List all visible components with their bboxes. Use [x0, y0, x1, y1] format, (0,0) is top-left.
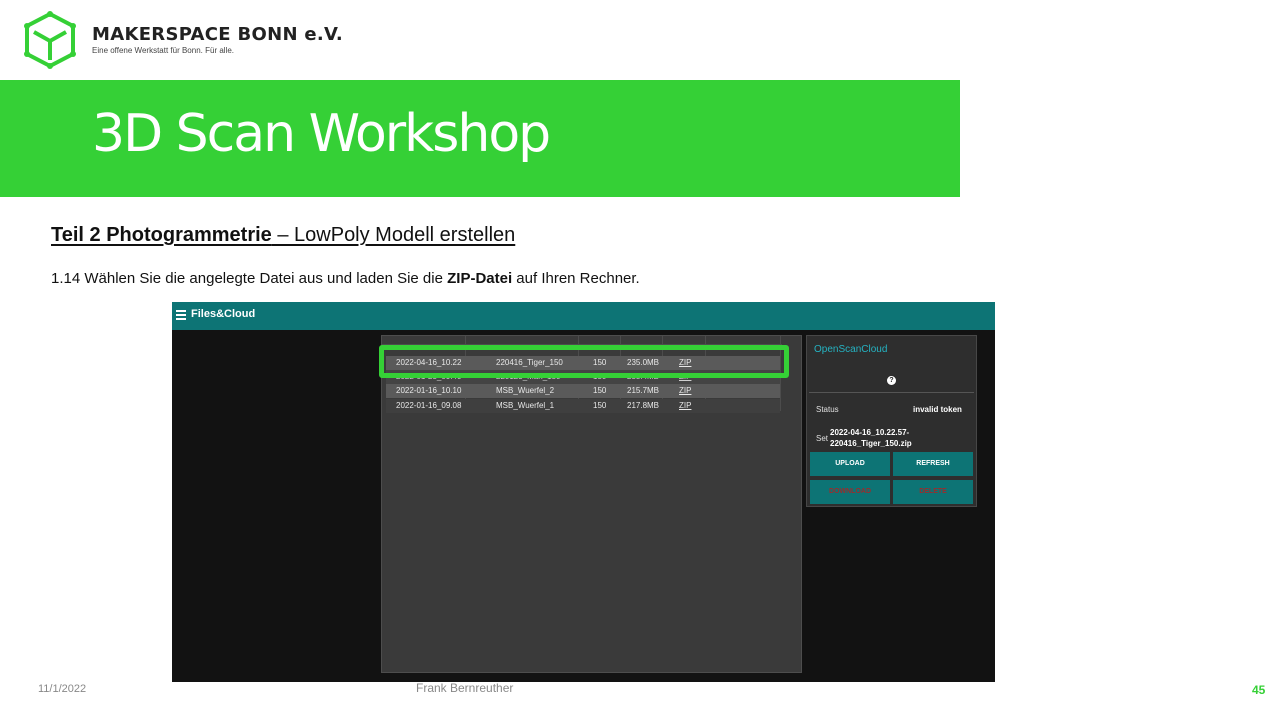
- cloud-title: OpenScanCloud: [814, 344, 888, 355]
- step-instruction: 1.14 Wählen Sie die angelegte Datei aus …: [51, 270, 640, 287]
- file-size: 215.7MB: [627, 386, 660, 395]
- status-label: Status: [816, 405, 839, 414]
- slide-title: 3D Scan Workshop: [92, 104, 551, 164]
- file-count: 150: [593, 401, 607, 410]
- set-label: Set: [816, 434, 829, 443]
- section-heading-rest: – LowPoly Modell erstellen: [271, 224, 516, 246]
- footer-date: 11/1/2022: [38, 683, 87, 695]
- openscancloud-panel: OpenScanCloud ? Status invalid token Set…: [806, 335, 977, 507]
- file-size: 217.8MB: [627, 401, 660, 410]
- section-heading: Teil 2 Photogrammetrie – LowPoly Modell …: [51, 224, 515, 247]
- upload-button[interactable]: UPLOAD: [810, 452, 890, 476]
- step-suffix: auf Ihren Rechner.: [512, 270, 640, 287]
- hamburger-menu-icon[interactable]: [176, 310, 186, 320]
- step-bold: ZIP-Datei: [447, 270, 513, 287]
- status-value: invalid token: [913, 405, 962, 414]
- app-title: Files&Cloud: [191, 308, 256, 320]
- file-date: 2022-01-16_09.08: [396, 401, 462, 410]
- step-prefix: 1.14 Wählen Sie die angelegte Datei aus …: [51, 270, 448, 287]
- file-count: 150: [593, 386, 607, 395]
- delete-button[interactable]: DELETE: [893, 480, 973, 504]
- app-header: Files&Cloud: [172, 302, 995, 330]
- refresh-button[interactable]: REFRESH: [893, 452, 973, 476]
- table-row[interactable]: 2022-01-16_09.08 MSB_Wuerfel_1 150 217.8…: [386, 399, 780, 413]
- title-banner: 3D Scan Workshop: [0, 80, 960, 197]
- app-screenshot: Files&Cloud 2022-04-16_10.22 220416_Tige…: [172, 302, 995, 682]
- file-date: 2022-01-16_10.10: [396, 386, 462, 395]
- footer-author: Frank Bernreuther: [416, 681, 514, 695]
- brand-name: MAKERSPACE BONN e.V.: [92, 24, 344, 45]
- brand-tagline: Eine offene Werkstatt für Bonn. Für alle…: [92, 46, 234, 55]
- section-heading-bold: Teil 2 Photogrammetrie: [51, 224, 272, 246]
- download-button[interactable]: DOWNLOAD: [810, 480, 890, 504]
- help-icon[interactable]: ?: [887, 376, 896, 385]
- set-value: 2022-04-16_10.22.57-220416_Tiger_150.zip: [830, 428, 912, 448]
- zip-download-link[interactable]: ZIP: [679, 401, 691, 410]
- files-panel: 2022-04-16_10.22 220416_Tiger_150 150 23…: [381, 335, 802, 673]
- zip-download-link[interactable]: ZIP: [679, 386, 691, 395]
- page-number: 45: [1252, 683, 1266, 697]
- makerspace-logo-icon: [24, 11, 76, 69]
- selected-file-highlight: [379, 345, 789, 378]
- table-row[interactable]: 2022-01-16_10.10 MSB_Wuerfel_2 150 215.7…: [386, 384, 780, 398]
